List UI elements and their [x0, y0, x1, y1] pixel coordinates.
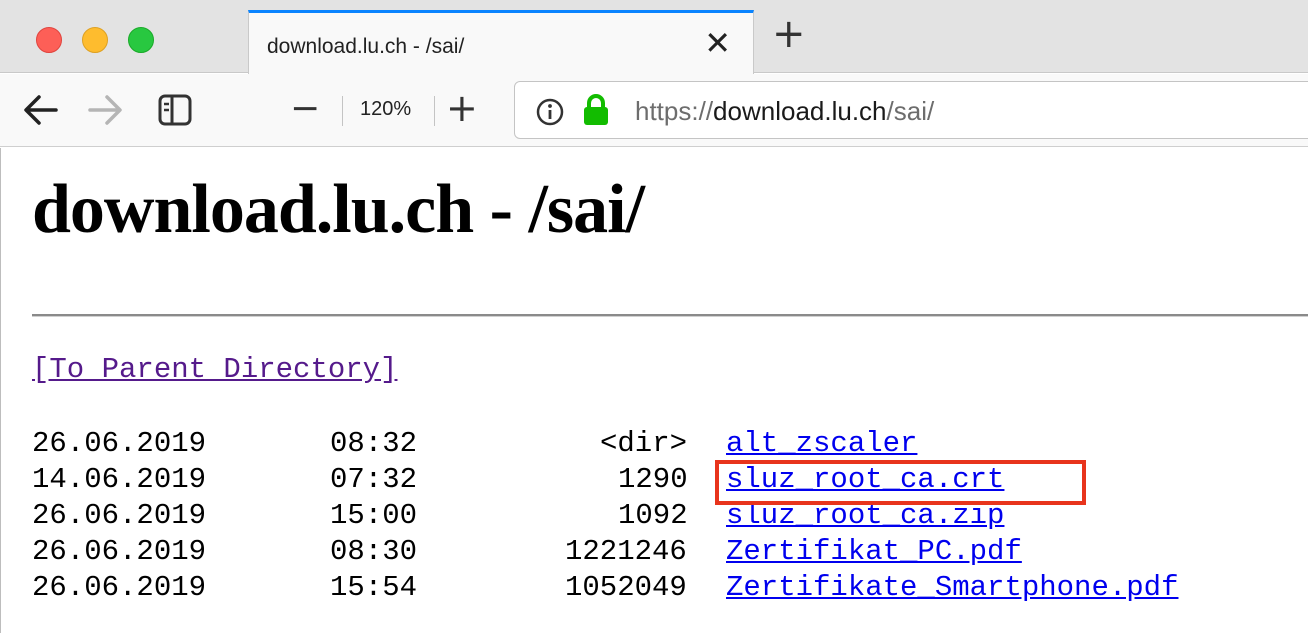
lock-icon[interactable] — [581, 93, 611, 132]
entry-time: 08:32 — [330, 427, 418, 460]
highlight-annotation — [715, 460, 1086, 505]
entry-time: 15:54 — [330, 571, 418, 604]
entry-size: <dir> — [600, 427, 688, 460]
entry-time: 08:30 — [330, 535, 418, 568]
entry-link[interactable]: Zertifikat_PC.pdf — [726, 534, 1022, 570]
entry-date: 26.06.2019 — [32, 535, 207, 568]
info-icon[interactable] — [535, 97, 565, 132]
zoom-separator — [434, 96, 435, 126]
entry-date: 14.06.2019 — [32, 463, 207, 496]
reader-view-icon[interactable] — [158, 94, 192, 131]
zoom-out-button[interactable]: − — [290, 91, 320, 127]
forward-arrow-icon[interactable] — [86, 92, 124, 133]
entry-link[interactable]: alt_zscaler — [726, 426, 917, 462]
list-item: 26.06.2019 08:30 1221246 Zertifikat_PC.p… — [32, 534, 1022, 570]
minimize-window-button[interactable] — [82, 27, 108, 53]
list-item: 26.06.2019 08:32 <dir> alt_zscaler — [32, 426, 917, 462]
entry-date: 26.06.2019 — [32, 427, 207, 460]
horizontal-rule — [32, 314, 1308, 317]
navigation-bar: − 120% + https://download.lu.ch/sai/ — [0, 74, 1308, 147]
entry-size: 1052049 — [565, 571, 687, 604]
zoom-in-button[interactable]: + — [446, 89, 478, 127]
new-tab-button[interactable]: + — [772, 14, 806, 54]
close-window-button[interactable] — [36, 27, 62, 53]
url-host: download.lu.ch — [713, 96, 887, 126]
back-arrow-icon[interactable] — [22, 92, 60, 133]
url-path: /sai/ — [886, 96, 935, 126]
list-item: 26.06.2019 15:00 1092 sluz_root_ca.zip — [32, 498, 1004, 534]
directory-listing: 26.06.2019 08:32 <dir> alt_zscaler 14.06… — [32, 426, 1178, 606]
zoom-separator — [342, 96, 343, 126]
list-item: 14.06.2019 07:32 1290 sluz_root_ca.crt — [32, 462, 1004, 498]
entry-time: 15:00 — [330, 499, 418, 532]
maximize-window-button[interactable] — [128, 27, 154, 53]
list-item: 26.06.2019 15:54 1052049 Zertifikate_Sma… — [32, 570, 1178, 606]
entry-size: 1290 — [618, 463, 688, 496]
entry-date: 26.06.2019 — [32, 499, 207, 532]
tab-close-icon[interactable]: ✕ — [704, 27, 731, 59]
active-tab[interactable]: download.lu.ch - /sai/ ✕ — [248, 10, 754, 74]
parent-directory-link[interactable]: [To Parent Directory] — [32, 353, 397, 386]
url-bar[interactable]: https://download.lu.ch/sai/ — [514, 81, 1308, 139]
url-prefix: https:// — [635, 96, 714, 126]
entry-link[interactable]: Zertifikate_Smartphone.pdf — [726, 570, 1178, 606]
page-content: download.lu.ch - /sai/ [To Parent Direct… — [0, 148, 1308, 633]
entry-size: 1092 — [618, 499, 688, 532]
entry-size: 1221246 — [565, 535, 687, 568]
page-title: download.lu.ch - /sai/ — [32, 171, 645, 248]
entry-time: 07:32 — [330, 463, 418, 496]
entry-date: 26.06.2019 — [32, 571, 207, 604]
tab-bar: download.lu.ch - /sai/ ✕ + — [0, 0, 1308, 74]
url-text[interactable]: https://download.lu.ch/sai/ — [635, 96, 934, 127]
tab-title: download.lu.ch - /sai/ — [267, 35, 465, 58]
zoom-level[interactable]: 120% — [360, 98, 411, 121]
